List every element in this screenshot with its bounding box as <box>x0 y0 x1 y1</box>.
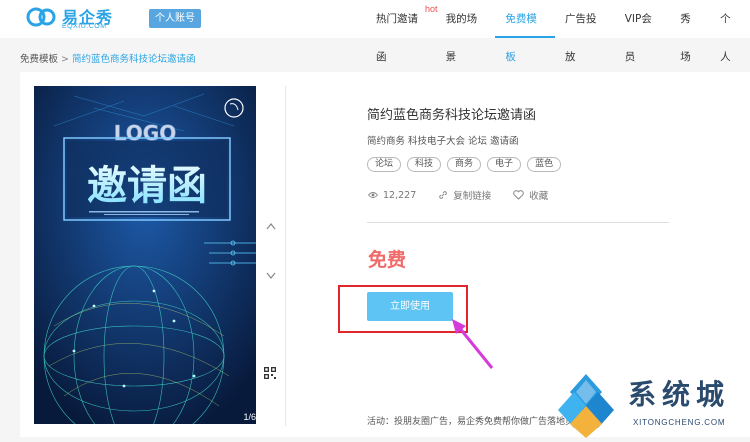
nav-item-vip[interactable]: VIP会员 <box>615 0 671 63</box>
nav-label: 个人 <box>720 13 731 63</box>
nav-item-ads[interactable]: 广告投放 <box>555 0 615 63</box>
chevron-up-icon[interactable] <box>266 222 276 230</box>
breadcrumb-separator: > <box>61 54 69 65</box>
highlight-annotation-box <box>338 285 468 333</box>
account-button[interactable]: 个人账号 <box>149 9 201 28</box>
favorite-label: 收藏 <box>529 191 549 202</box>
logo-subtitle: EQXIU.COM <box>62 23 107 30</box>
main-nav: 热门邀请函 hot 我的场景 免费模板 广告投放 VIP会员 秀场 个人 <box>366 0 750 63</box>
breadcrumb-current: 简约蓝色商务科技论坛邀请函 <box>71 54 196 65</box>
template-preview[interactable]: LOGO 邀请函 1/6 <box>34 86 256 424</box>
tag-chip[interactable]: 电子 <box>487 157 522 172</box>
tag-chip[interactable]: 论坛 <box>367 157 402 172</box>
chevron-down-icon[interactable] <box>266 272 276 280</box>
page-indicator: 1/6 <box>243 412 256 422</box>
qr-code-icon[interactable] <box>264 367 276 379</box>
eye-icon <box>368 192 378 198</box>
poster-artwork: LOGO 邀请函 <box>34 86 256 424</box>
price-label: 免费 <box>368 249 407 271</box>
tag-chip[interactable]: 商务 <box>447 157 482 172</box>
nav-label: 热门邀请函 <box>376 13 418 63</box>
nav-item-free-templates[interactable]: 免费模板 <box>495 0 556 63</box>
nav-item-my-scenes[interactable]: 我的场景 <box>436 0 496 63</box>
nav-label: VIP会员 <box>624 13 652 63</box>
breadcrumb: 免费模板 > 简约蓝色商务科技论坛邀请函 <box>20 51 196 65</box>
watermark-subtitle: XITONGCHENG.COM <box>633 418 726 427</box>
nav-label: 秀场 <box>680 13 691 63</box>
favorite-button[interactable]: 收藏 <box>513 188 548 202</box>
template-title: 简约蓝色商务科技论坛邀请函 <box>367 108 537 123</box>
nav-label: 广告投放 <box>565 13 597 63</box>
nav-item-showcase[interactable]: 秀场 <box>670 0 710 63</box>
nav-label: 我的场景 <box>445 13 478 63</box>
tag-list: 论坛 科技 商务 电子 蓝色 <box>367 157 562 172</box>
nav-item-hot-invitations[interactable]: 热门邀请函 hot <box>366 0 438 63</box>
nav-item-personal[interactable]: 个人 <box>710 0 750 63</box>
copy-link-button[interactable]: 复制链接 <box>438 188 491 202</box>
logo-icon[interactable] <box>26 6 56 28</box>
views-stat: 12,227 <box>368 190 416 201</box>
views-count: 12,227 <box>383 189 417 201</box>
tag-chip[interactable]: 蓝色 <box>527 157 562 172</box>
link-icon <box>439 191 448 199</box>
activity-notice: 活动：投朋友圈广告，易企秀免费帮你做广告落地页 <box>367 417 575 427</box>
preview-divider <box>285 86 286 426</box>
heart-icon <box>513 190 525 200</box>
nav-label: 免费模板 <box>505 13 537 63</box>
poster-title-text: 邀请函 <box>87 163 207 209</box>
watermark-title: 系统城 <box>628 378 731 411</box>
copy-link-label: 复制链接 <box>453 191 492 202</box>
top-header: 易企秀 EQXIU.COM 个人账号 热门邀请函 hot 我的场景 免费模板 广… <box>0 0 750 63</box>
breadcrumb-root[interactable]: 免费模板 <box>20 54 58 65</box>
detail-divider <box>367 222 669 223</box>
pointer-arrow-icon <box>452 319 494 369</box>
tag-chip[interactable]: 科技 <box>407 157 442 172</box>
stats-row: 12,227 复制链接 收藏 <box>368 188 570 202</box>
template-description: 简约商务 科技电子大会 论坛 邀请函 <box>367 136 519 147</box>
